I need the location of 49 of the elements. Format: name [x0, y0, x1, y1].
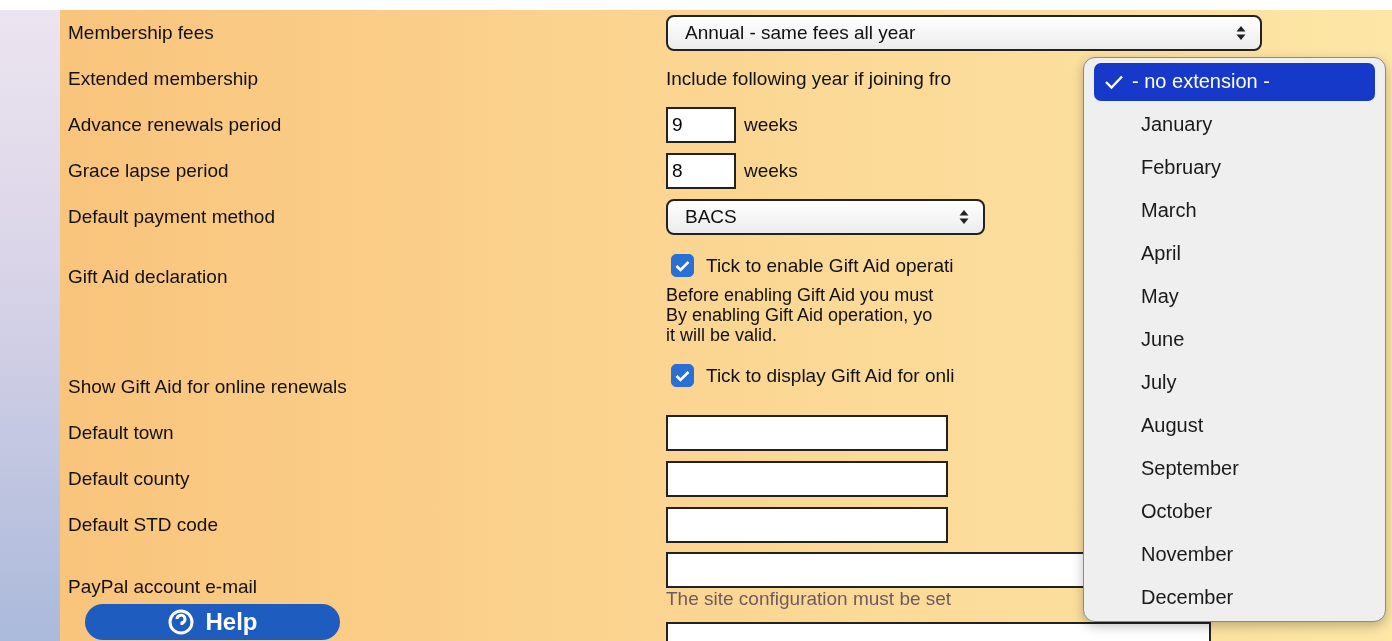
menu-item[interactable]: June — [1094, 320, 1375, 359]
updown-arrows-icon — [959, 209, 969, 225]
field-label: Default STD code — [68, 514, 219, 536]
updown-arrows-icon — [1236, 25, 1246, 41]
checkbox-label: Tick to display Gift Aid for onli — [706, 364, 955, 387]
menu-item[interactable]: December — [1094, 578, 1375, 617]
weeks-input[interactable]: 9 — [666, 107, 736, 143]
menu-item[interactable]: January — [1094, 105, 1375, 144]
check-icon — [675, 369, 690, 382]
note-text: Before enabling Gift Aid you must — [666, 285, 935, 305]
checkbox-label: Tick to enable Gift Aid operati — [706, 254, 954, 277]
menu-item[interactable]: October — [1094, 492, 1375, 531]
help-button[interactable]: Help — [85, 604, 340, 640]
note-text: By enabling Gift Aid operation, yo — [666, 305, 934, 325]
field-label: Grace lapse period — [68, 160, 230, 182]
weeks-input[interactable]: 8 — [666, 153, 736, 189]
dropdown-select[interactable]: BACS — [666, 199, 985, 235]
hint-text: The site configuration must be set — [666, 588, 952, 610]
field-label: Membership fees — [68, 22, 215, 44]
menu-item[interactable]: August — [1094, 406, 1375, 445]
menu-item[interactable]: March — [1094, 191, 1375, 230]
checkbox[interactable] — [671, 254, 694, 277]
field-label: Default payment method — [68, 206, 276, 228]
menu-item[interactable]: April — [1094, 234, 1375, 273]
field-label: Advance renewals period — [68, 114, 283, 136]
note-text: it will be valid. — [666, 325, 779, 345]
text-input[interactable] — [666, 461, 948, 497]
extension-text: Include following year if joining fro — [666, 68, 952, 90]
field-label: Extended membership — [68, 68, 260, 90]
field-label: Show Gift Aid for online renewals — [68, 375, 348, 398]
menu-item[interactable]: - no extension - — [1094, 62, 1375, 101]
menu-item[interactable]: May — [1094, 277, 1375, 316]
text-input[interactable] — [666, 415, 948, 451]
field-label: Default county — [68, 468, 191, 490]
field-label: PayPal account e-mail — [68, 575, 259, 598]
check-icon — [675, 259, 690, 272]
menu-item[interactable]: February — [1094, 148, 1375, 187]
menu-item[interactable]: September — [1094, 449, 1375, 488]
unit-label: weeks — [744, 160, 798, 182]
menu-item[interactable]: November — [1094, 535, 1375, 574]
text-input[interactable] — [666, 507, 948, 543]
unit-label: weeks — [744, 114, 798, 136]
menu-item[interactable]: July — [1094, 363, 1375, 402]
field-label: Default town — [68, 422, 175, 444]
dropdown-select[interactable]: Annual - same fees all year — [666, 15, 1262, 51]
checkbox[interactable] — [671, 364, 694, 387]
help-icon — [167, 608, 196, 636]
check-icon — [1104, 73, 1124, 90]
field-label: Gift Aid declaration — [68, 265, 229, 288]
